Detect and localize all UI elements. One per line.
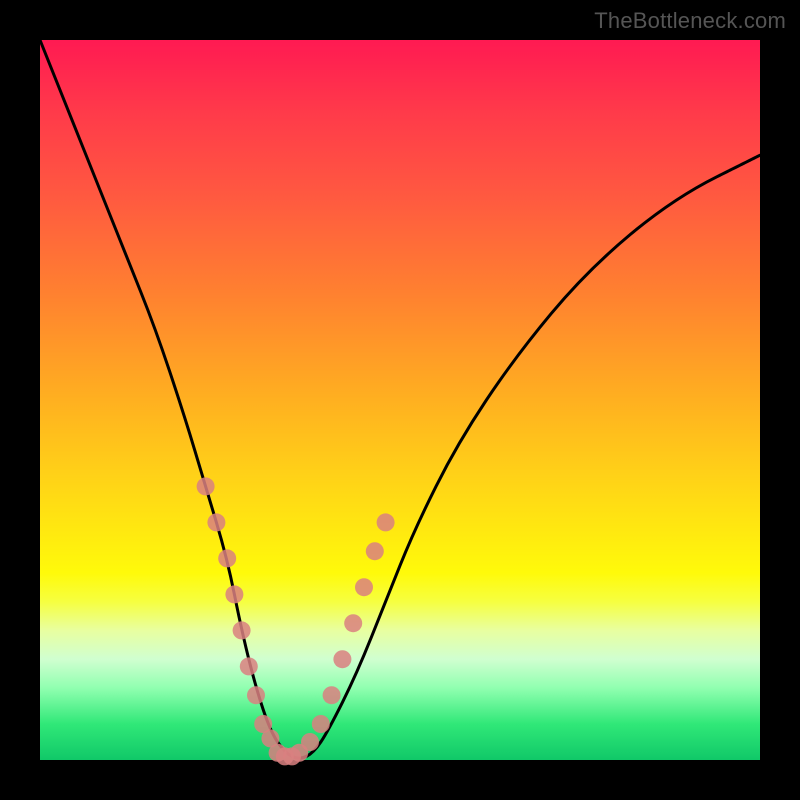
marker-dot bbox=[377, 513, 395, 531]
marker-dot bbox=[312, 715, 330, 733]
markers-layer bbox=[197, 477, 395, 765]
bottleneck-curve bbox=[40, 40, 760, 758]
marker-dot bbox=[247, 686, 265, 704]
marker-dot bbox=[366, 542, 384, 560]
marker-dot bbox=[344, 614, 362, 632]
curve-layer bbox=[40, 40, 760, 758]
marker-dot bbox=[207, 513, 225, 531]
marker-dot bbox=[323, 686, 341, 704]
marker-dot bbox=[225, 585, 243, 603]
marker-dot bbox=[233, 621, 251, 639]
plot-area bbox=[40, 40, 760, 760]
marker-dot bbox=[218, 549, 236, 567]
marker-dot bbox=[301, 733, 319, 751]
marker-dot bbox=[333, 650, 351, 668]
chart-svg bbox=[40, 40, 760, 760]
chart-frame: TheBottleneck.com bbox=[0, 0, 800, 800]
marker-dot bbox=[240, 657, 258, 675]
marker-dot bbox=[355, 578, 373, 596]
marker-dot bbox=[197, 477, 215, 495]
watermark-label: TheBottleneck.com bbox=[594, 8, 786, 34]
